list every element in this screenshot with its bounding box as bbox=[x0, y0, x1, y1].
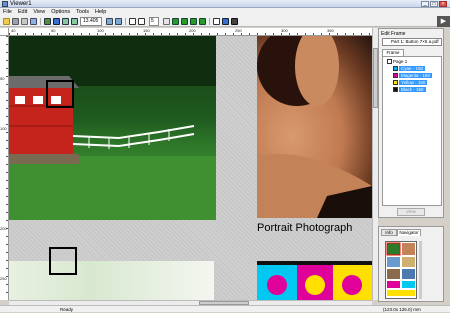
menu-bar: File Edit View Options Tools Help bbox=[0, 8, 450, 16]
zoom-out-icon[interactable] bbox=[71, 18, 78, 25]
maximize-button[interactable]: □ bbox=[430, 1, 438, 7]
file-dropdown[interactable]: Part 1: Button 7×5 a.pdf bbox=[382, 38, 442, 46]
open-icon[interactable] bbox=[3, 18, 10, 25]
ruler-tick: 200 bbox=[189, 28, 196, 33]
layer-item-magenta[interactable]: Magenta - 150 bbox=[393, 73, 433, 79]
filter-icon[interactable] bbox=[231, 18, 238, 25]
cyan-swatch-icon bbox=[393, 66, 398, 72]
prev-page-icon[interactable] bbox=[106, 18, 113, 25]
ruler-tick: 100 bbox=[0, 126, 7, 131]
app-icon bbox=[2, 1, 8, 7]
separation-icon[interactable] bbox=[172, 18, 179, 25]
menu-help[interactable]: Help bbox=[92, 8, 109, 16]
fit-icon[interactable] bbox=[44, 18, 51, 25]
layer-item-black[interactable]: Black - 150 bbox=[393, 87, 426, 93]
density-icon[interactable] bbox=[199, 18, 206, 25]
frame-panel: Edit Frame Part 1: Button 7×5 a.pdf Fram… bbox=[378, 28, 444, 218]
tree-root[interactable]: Page 1 bbox=[387, 59, 407, 65]
layers-icon[interactable] bbox=[222, 18, 229, 25]
navigator-panel: Info Navigator bbox=[378, 226, 444, 302]
window-icon[interactable] bbox=[213, 18, 220, 25]
ruler-tick: 250 bbox=[235, 28, 242, 33]
ruler-tick: 200 bbox=[0, 226, 7, 231]
single-page-icon[interactable] bbox=[129, 18, 136, 25]
ruler-corner bbox=[0, 28, 9, 36]
leaf-photo bbox=[9, 261, 214, 300]
settings-icon[interactable] bbox=[30, 18, 37, 25]
black-swatch-icon bbox=[393, 87, 398, 93]
layer-item-yellow[interactable]: Yellow - 150 bbox=[393, 80, 428, 86]
collapse-panel-button[interactable]: ▶ bbox=[437, 16, 450, 27]
toolbar: 13.405 5 bbox=[0, 16, 450, 27]
window-title: Viewer1 bbox=[10, 1, 32, 7]
navigator-scrollbar[interactable] bbox=[419, 241, 422, 299]
portrait-photo bbox=[257, 36, 372, 218]
view-button[interactable]: View bbox=[397, 208, 425, 216]
vertical-ruler: 50 100 200 250 bbox=[0, 36, 9, 300]
tab-navigator[interactable]: Navigator bbox=[397, 229, 421, 236]
page-number-field[interactable]: 5 bbox=[149, 17, 159, 26]
ruler-tick: 50 bbox=[51, 28, 56, 33]
tab-frame-view[interactable]: Frame View bbox=[382, 49, 404, 61]
ruler-tick: 250 bbox=[0, 276, 7, 281]
selection-box[interactable] bbox=[46, 80, 74, 108]
ruler-tick: 50 bbox=[0, 76, 5, 81]
next-page-icon[interactable] bbox=[115, 18, 122, 25]
close-button[interactable]: × bbox=[439, 1, 447, 7]
covered-bridge-photo bbox=[9, 36, 216, 220]
ruler-tick: 100 bbox=[97, 28, 104, 33]
minimize-button[interactable]: _ bbox=[421, 1, 429, 7]
checkbox-icon[interactable] bbox=[387, 59, 392, 65]
magenta-swatch-icon bbox=[393, 73, 398, 79]
two-page-icon[interactable] bbox=[138, 18, 145, 25]
selection-box[interactable] bbox=[49, 247, 77, 275]
layer-tree: Page 1 Cyan - 150 Magenta - 150 Yellow -… bbox=[382, 56, 442, 206]
menu-edit[interactable]: Edit bbox=[15, 8, 30, 16]
color-bars-photo bbox=[257, 261, 372, 300]
grid-icon[interactable] bbox=[163, 18, 170, 25]
menu-file[interactable]: File bbox=[0, 8, 15, 16]
tab-info[interactable]: Info bbox=[381, 229, 397, 236]
menu-view[interactable]: View bbox=[30, 8, 48, 16]
menu-options[interactable]: Options bbox=[48, 8, 73, 16]
portrait-caption: Portrait Photograph bbox=[257, 222, 353, 234]
ruler-tick: 40 bbox=[11, 28, 16, 33]
ruler-tick: 350 bbox=[327, 28, 334, 33]
ruler-tick: 300 bbox=[281, 28, 288, 33]
zoom-select[interactable]: 13.405 bbox=[80, 17, 102, 26]
yellow-swatch-icon bbox=[393, 80, 398, 86]
ink-icon[interactable] bbox=[190, 18, 197, 25]
plate-icon[interactable] bbox=[181, 18, 188, 25]
status-bar: Ready (123.0x 126.0) mm bbox=[0, 305, 450, 312]
print-icon[interactable] bbox=[21, 18, 28, 25]
layer-item-cyan[interactable]: Cyan - 150 bbox=[393, 66, 426, 72]
page-thumbnail[interactable] bbox=[385, 241, 417, 299]
ruler-tick: 150 bbox=[143, 28, 150, 33]
panel-title: Edit Frame bbox=[381, 31, 406, 37]
menu-tools[interactable]: Tools bbox=[73, 8, 92, 16]
save-icon[interactable] bbox=[12, 18, 19, 25]
horizontal-ruler: 40 50 100 150 200 250 300 350 bbox=[9, 28, 372, 36]
document-canvas[interactable]: Portrait Photograph bbox=[9, 36, 372, 300]
back-icon[interactable] bbox=[53, 18, 60, 25]
title-bar: Viewer1 _ □ × bbox=[0, 0, 450, 8]
zoom-in-icon[interactable] bbox=[62, 18, 69, 25]
